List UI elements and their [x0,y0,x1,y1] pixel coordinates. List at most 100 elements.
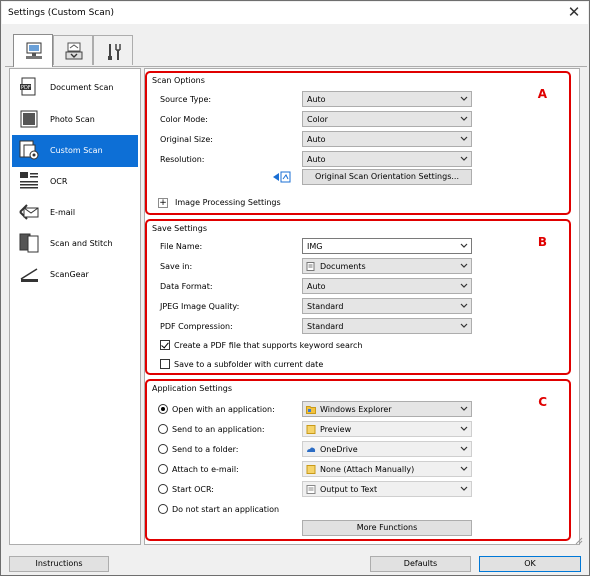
jpeg-quality-label: JPEG Image Quality: [160,302,240,311]
save-settings-section: Save Settings B File Name: IMG Save in: … [145,219,571,375]
data-format-select[interactable]: Auto [302,278,472,294]
resize-grip-icon[interactable] [575,537,583,545]
section-heading: Save Settings [152,224,207,233]
document-scan-icon: PDF [20,77,36,96]
open-with-application-select[interactable]: Windows Explorer [302,401,472,417]
tab-divider [5,66,587,67]
onedrive-icon [307,447,316,452]
list-item-label: Photo Scan [50,115,95,124]
section-marker: C [538,395,547,409]
chevron-down-icon [460,96,468,101]
tab-scan-from-computer[interactable] [13,34,53,67]
file-name-input[interactable]: IMG [302,238,472,254]
chevron-down-icon [460,426,468,431]
image-processing-settings-label[interactable]: Image Processing Settings [175,198,281,207]
select-value: Auto [307,95,326,104]
chevron-down-icon [460,466,468,471]
save-in-select[interactable]: Documents [302,258,472,274]
section-heading: Application Settings [152,384,233,393]
defaults-button[interactable]: Defaults [370,556,471,572]
source-type-select[interactable]: Auto [302,91,472,107]
chevron-down-icon [460,156,468,161]
list-item-photo-scan[interactable]: Photo Scan [12,104,138,136]
select-value: Documents [320,262,366,271]
settings-window: Settings (Custom Scan) ✕ PDF Document Sc… [0,0,590,576]
orientation-settings-button[interactable]: Original Scan Orientation Settings... [302,169,472,185]
date-subfolder-label: Save to a subfolder with current date [174,360,324,369]
date-subfolder-checkbox[interactable] [160,359,170,369]
computer-icon [26,42,42,59]
chevron-down-icon [460,486,468,491]
tab-scan-from-operation-panel[interactable] [53,35,93,65]
resolution-select[interactable]: Auto [302,151,472,167]
attach-to-email-label: Attach to e-mail: [172,465,239,474]
section-heading: Scan Options [152,76,205,85]
list-item-email[interactable]: E-mail [12,197,138,229]
pdf-compression-label: PDF Compression: [160,322,233,331]
chevron-down-icon [460,283,468,288]
preview-app-icon [306,425,316,434]
color-mode-select[interactable]: Color [302,111,472,127]
tab-general-settings[interactable] [93,35,133,65]
select-value: Windows Explorer [320,405,392,414]
send-to-application-select: Preview [302,421,472,437]
select-value: Auto [307,135,326,144]
list-item-document-scan[interactable]: PDF Document Scan [12,72,138,104]
instructions-button[interactable]: Instructions [9,556,109,572]
scangear-icon [20,268,38,282]
select-value: Output to Text [320,485,378,494]
select-value: None (Attach Manually) [320,465,415,474]
send-to-folder-label: Send to a folder: [172,445,239,454]
scan-type-list: PDF Document Scan Photo Scan Custom Scan [9,68,141,545]
resolution-label: Resolution: [160,155,205,164]
list-item-label: Scan and Stitch [50,239,113,248]
expand-icon[interactable]: + [158,198,168,208]
send-to-application-label: Send to an application: [172,425,265,434]
chevron-down-icon [460,136,468,141]
title-bar: Settings (Custom Scan) ✕ [2,2,588,24]
custom-scan-icon [19,140,39,160]
chevron-down-icon [460,243,468,248]
do-not-start-application-radio[interactable] [158,504,168,514]
original-size-select[interactable]: Auto [302,131,472,147]
documents-folder-icon [306,262,315,271]
list-item-ocr[interactable]: OCR [12,166,138,198]
list-item-custom-scan[interactable]: Custom Scan [12,135,138,167]
tools-icon [108,44,121,60]
attach-to-email-radio[interactable] [158,464,168,474]
photo-scan-icon [20,110,38,128]
select-value: Color [307,115,328,124]
pdf-compression-select[interactable]: Standard [302,318,472,334]
keyword-search-pdf-label: Create a PDF file that supports keyword … [174,341,363,350]
select-value: OneDrive [320,445,358,454]
scan-and-stitch-icon [19,233,39,253]
start-ocr-radio[interactable] [158,484,168,494]
file-name-label: File Name: [160,242,203,251]
jpeg-quality-select[interactable]: Standard [302,298,472,314]
send-to-application-radio[interactable] [158,424,168,434]
data-format-label: Data Format: [160,282,213,291]
list-item-label: ScanGear [50,270,89,279]
scanner-panel-icon [65,42,83,60]
list-item-scangear[interactable]: ScanGear [12,259,138,291]
orientation-icon [273,171,291,183]
chevron-down-icon [460,116,468,121]
do-not-start-application-label: Do not start an application [172,505,280,514]
list-item-scan-and-stitch[interactable]: Scan and Stitch [12,228,138,260]
save-in-label: Save in: [160,262,193,271]
open-with-application-radio[interactable] [158,404,168,414]
original-size-label: Original Size: [160,135,213,144]
attach-to-email-select: None (Attach Manually) [302,461,472,477]
ok-button[interactable]: OK [479,556,581,572]
start-ocr-label: Start OCR: [172,485,214,494]
open-with-application-label: Open with an application: [172,405,275,414]
email-client-icon [306,465,316,474]
more-functions-button[interactable]: More Functions [302,520,472,536]
text-output-icon [306,485,316,494]
chevron-down-icon [460,323,468,328]
close-icon[interactable]: ✕ [564,3,584,21]
keyword-search-pdf-checkbox[interactable] [160,340,170,350]
section-marker: A [537,87,547,101]
section-marker: B [537,235,547,249]
send-to-folder-radio[interactable] [158,444,168,454]
